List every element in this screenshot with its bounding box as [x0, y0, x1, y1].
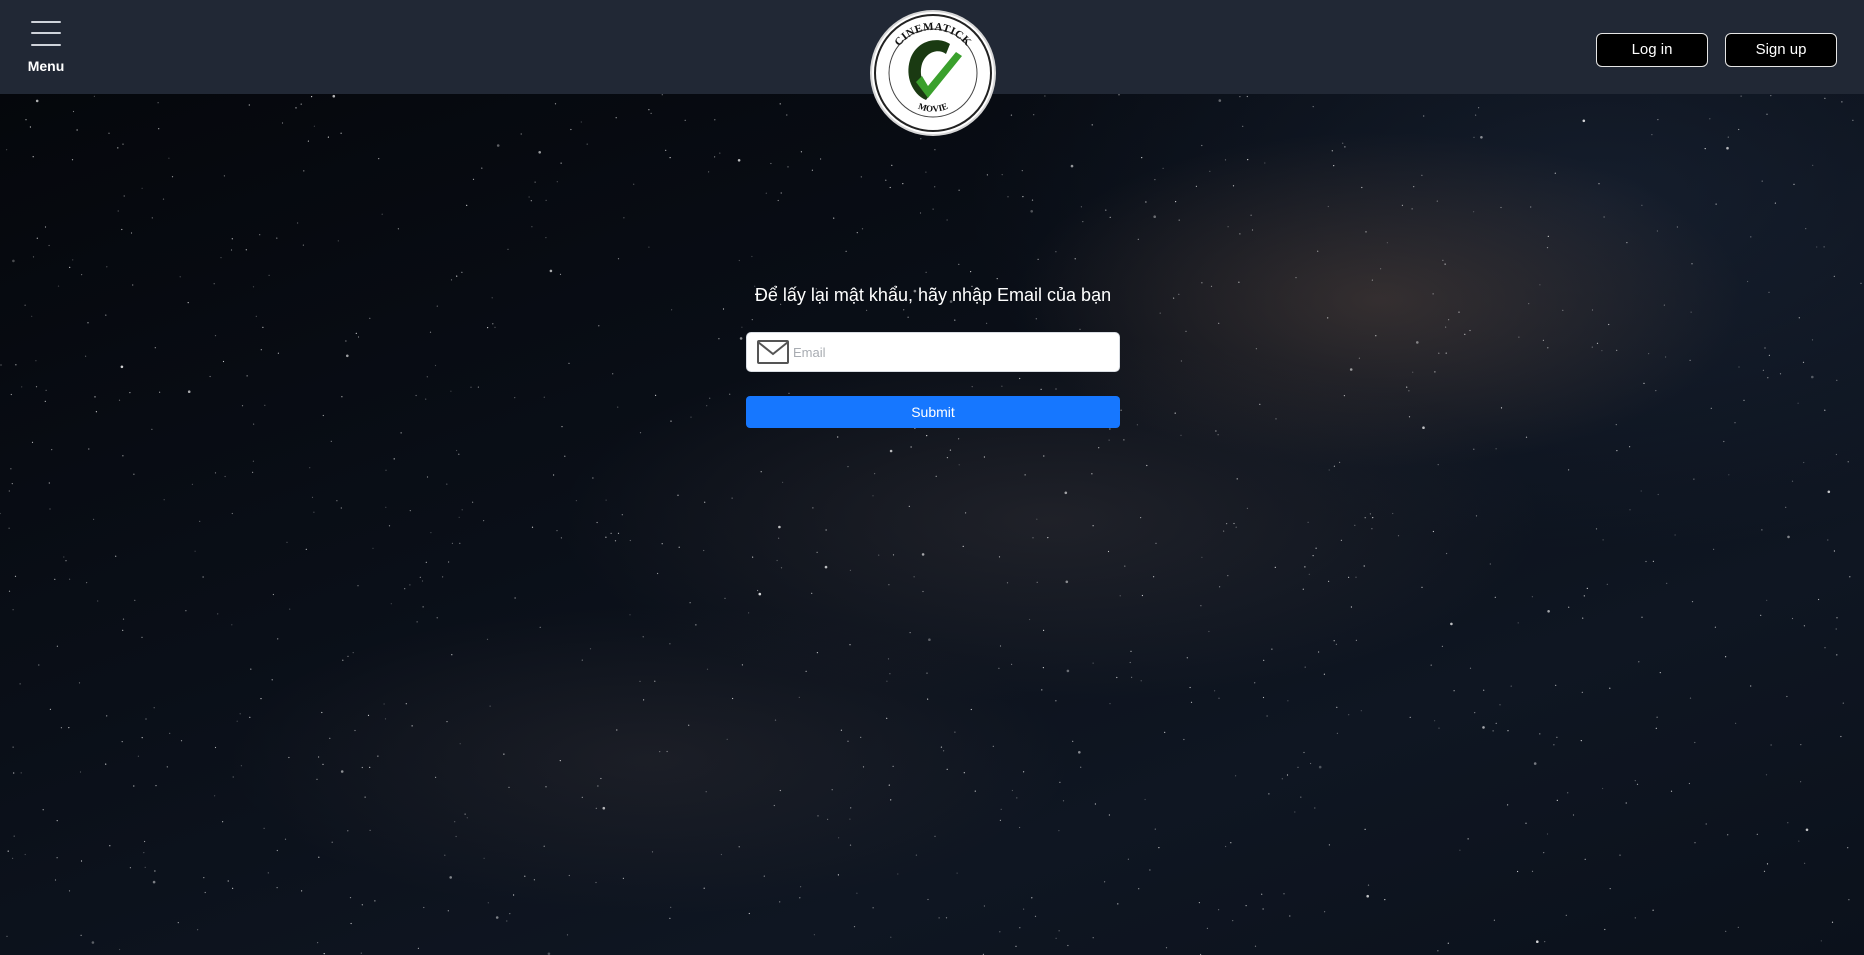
email-field[interactable]	[746, 332, 1120, 372]
email-input[interactable]	[793, 333, 1111, 371]
submit-button[interactable]: Submit	[746, 396, 1120, 428]
hamburger-icon	[31, 20, 61, 50]
menu-label: Menu	[27, 58, 65, 74]
menu-button[interactable]: Menu	[22, 16, 70, 82]
signup-button[interactable]: Sign up	[1725, 33, 1837, 67]
recover-password-form: Để lấy lại mật khẩu, hãy nhập Email của …	[746, 280, 1120, 428]
login-button[interactable]: Log in	[1596, 33, 1708, 67]
site-logo[interactable]: CINEMATICK MOVIE	[872, 12, 994, 134]
envelope-icon	[757, 340, 789, 364]
form-title: Để lấy lại mật khẩu, hãy nhập Email của …	[754, 285, 1112, 305]
star-field	[0, 94, 1862, 955]
